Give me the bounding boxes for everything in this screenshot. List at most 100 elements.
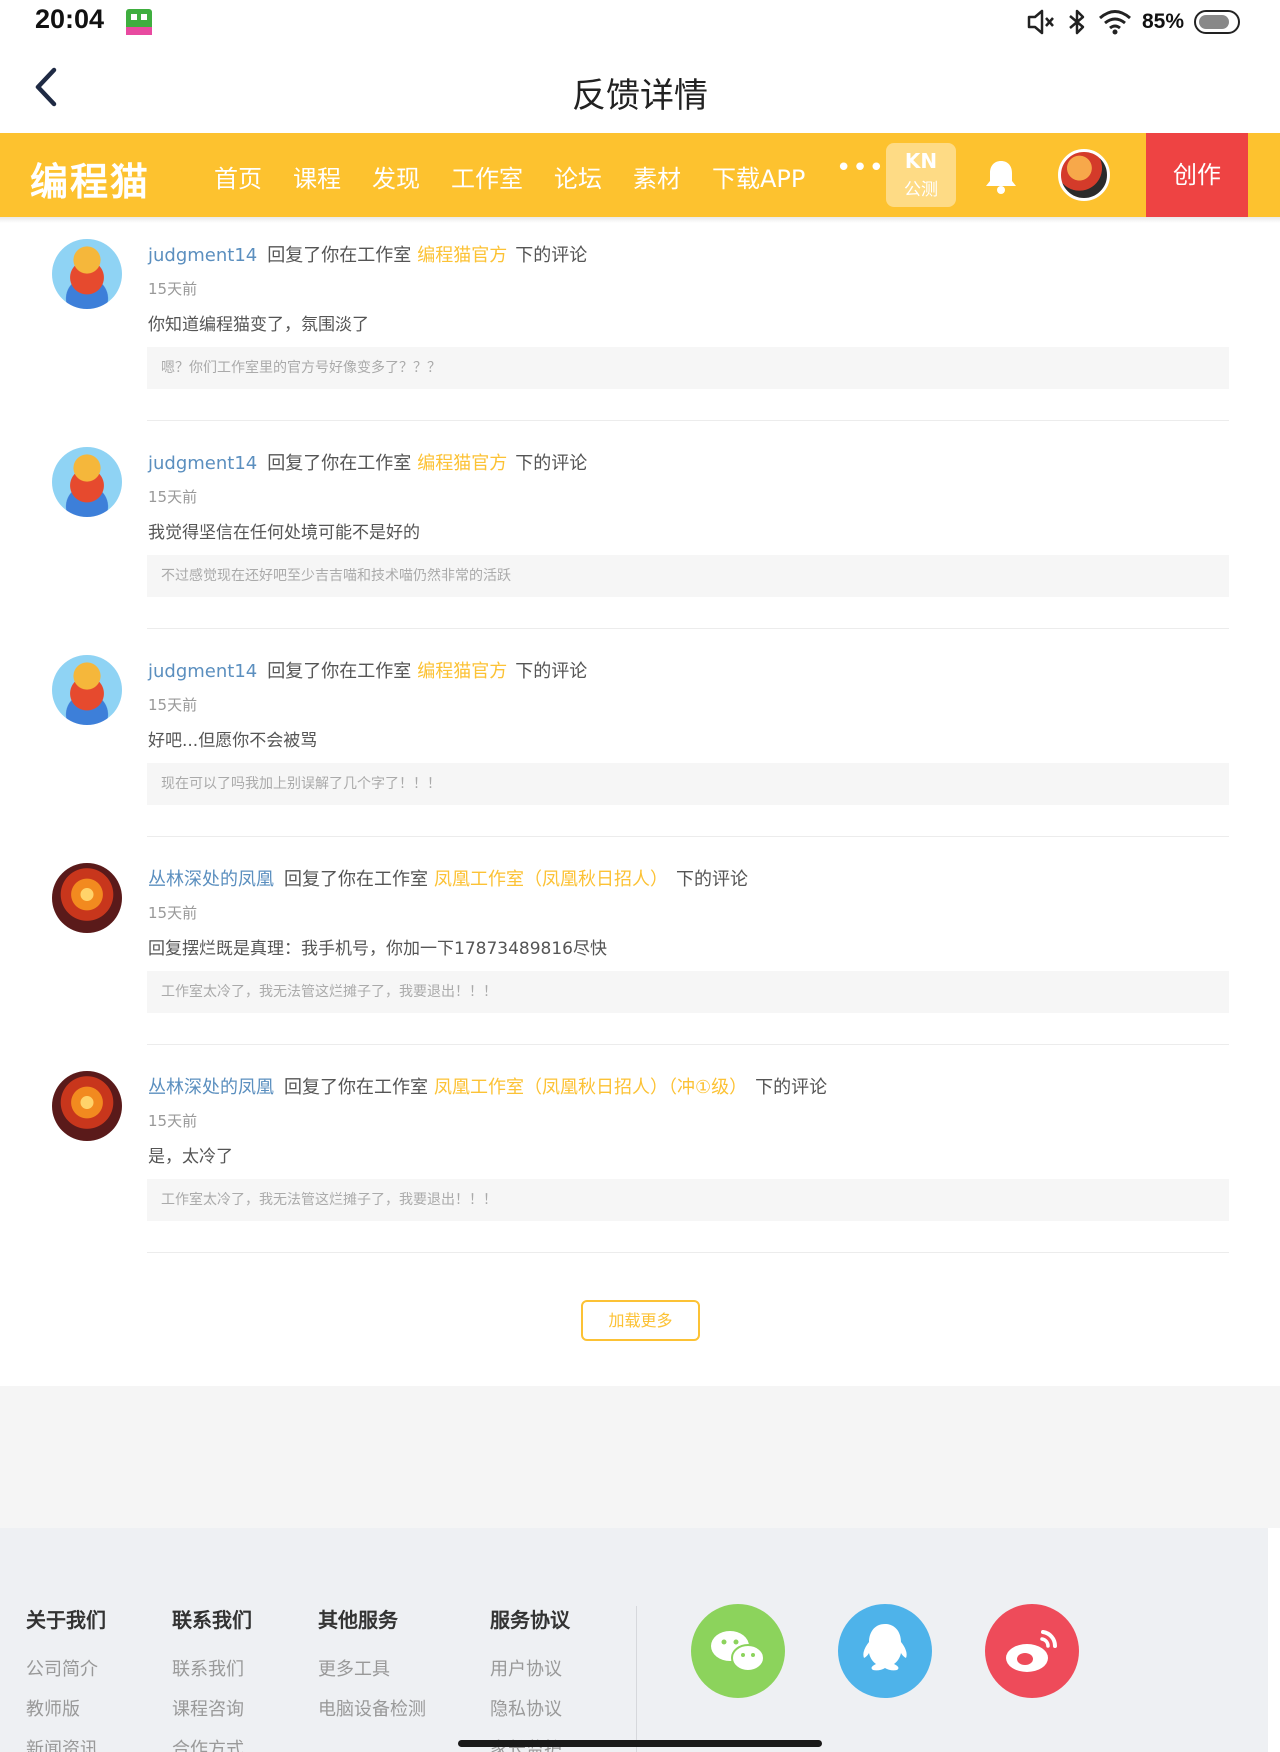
kn-badge-top: KN bbox=[904, 149, 938, 173]
bluetooth-icon bbox=[1069, 9, 1085, 35]
comment-meta: judgment14 回复了你在工作室 编程猫官方 下的评论 bbox=[148, 657, 587, 683]
load-more-button[interactable]: 加载更多 bbox=[581, 1300, 700, 1341]
commenter-avatar[interactable] bbox=[52, 447, 122, 517]
divider bbox=[147, 1044, 1229, 1045]
page: 20:04 85% 反馈详情 编程猫 首页 课程 发现 工作室 论坛 素材 下载… bbox=[0, 0, 1280, 1752]
comment-suffix: 下的评论 bbox=[755, 1077, 828, 1098]
comment-meta: judgment14 回复了你在工作室 编程猫官方 下的评论 bbox=[148, 449, 587, 475]
footer-heading: 联系我们 bbox=[172, 1608, 252, 1632]
weibo-button[interactable] bbox=[985, 1604, 1079, 1698]
nav-item-courses[interactable]: 课程 bbox=[293, 159, 341, 194]
app-notification-icon bbox=[126, 9, 152, 35]
nav-item-forum[interactable]: 论坛 bbox=[554, 159, 602, 194]
comment-content: 你知道编程猫变了，氛围淡了 bbox=[148, 315, 369, 335]
commenter-name[interactable]: 丛林深处的凤凰 bbox=[148, 1077, 274, 1098]
commenter-avatar[interactable] bbox=[52, 239, 122, 309]
comment-item: 丛林深处的凤凰 回复了你在工作室 凤凰工作室（凤凰秋日招人）（冲①级） 下的评论 15… bbox=[0, 1055, 1280, 1263]
comment-suffix: 下的评论 bbox=[515, 245, 588, 266]
mute-icon bbox=[1027, 9, 1054, 35]
comment-action: 回复了你在工作室 bbox=[267, 453, 412, 474]
footer-col-services: 其他服务 更多工具 电脑设备检测 bbox=[318, 1604, 426, 1735]
footer-link[interactable]: 用户协议 bbox=[490, 1655, 570, 1681]
divider bbox=[147, 836, 1229, 837]
commenter-avatar[interactable] bbox=[52, 1071, 122, 1141]
footer-link[interactable]: 更多工具 bbox=[318, 1655, 426, 1681]
commenter-avatar[interactable] bbox=[52, 863, 122, 933]
comment-item: judgment14 回复了你在工作室 编程猫官方 下的评论 15天前 你知道编程猫变… bbox=[0, 223, 1280, 431]
comment-action: 回复了你在工作室 bbox=[284, 1077, 428, 1098]
footer-link[interactable]: 联系我们 bbox=[172, 1655, 252, 1681]
page-title: 反馈详情 bbox=[572, 76, 708, 116]
page-gap bbox=[0, 1386, 1280, 1528]
commenter-name[interactable]: judgment14 bbox=[148, 245, 257, 266]
nav-item-discover[interactable]: 发现 bbox=[372, 159, 420, 194]
comment-item: 丛林深处的凤凰 回复了你在工作室 凤凰工作室（凤凰秋日招人） 下的评论 15天前 回复… bbox=[0, 847, 1280, 1055]
comment-suffix: 下的评论 bbox=[676, 869, 748, 890]
footer-link[interactable]: 公司简介 bbox=[26, 1655, 106, 1681]
divider bbox=[147, 628, 1229, 629]
status-bar: 20:04 85% bbox=[0, 0, 1280, 44]
comment-meta: 丛林深处的凤凰 回复了你在工作室 凤凰工作室（凤凰秋日招人）（冲①级） 下的评论 bbox=[148, 1073, 827, 1099]
footer-link[interactable]: 电脑设备检测 bbox=[318, 1695, 426, 1721]
wechat-button[interactable] bbox=[691, 1604, 785, 1698]
footer-heading: 关于我们 bbox=[26, 1608, 106, 1632]
footer: 关于我们 公司简介 教师版 新闻资讯 联系我们 联系我们 课程咨询 合作方式 其… bbox=[0, 1528, 1268, 1752]
nav-item-download-app[interactable]: 下载APP bbox=[712, 159, 805, 194]
commenter-name[interactable]: judgment14 bbox=[148, 661, 257, 682]
bell-icon[interactable] bbox=[983, 157, 1019, 195]
qq-button[interactable] bbox=[838, 1604, 932, 1698]
comment-action: 回复了你在工作室 bbox=[267, 661, 412, 682]
comment-content: 我觉得坚信在任何处境可能不是好的 bbox=[148, 523, 420, 543]
footer-link[interactable]: 课程咨询 bbox=[172, 1695, 252, 1721]
comment-content: 是，太冷了 bbox=[148, 1147, 233, 1167]
footer-link[interactable]: 隐私协议 bbox=[490, 1695, 570, 1721]
kn-beta-badge[interactable]: KN 公测 bbox=[886, 143, 956, 207]
footer-heading: 服务协议 bbox=[490, 1608, 570, 1632]
kn-badge-bottom: 公测 bbox=[904, 180, 938, 200]
footer-col-agreements: 服务协议 用户协议 隐私协议 家长监护 bbox=[490, 1604, 570, 1752]
comment-time: 15天前 bbox=[148, 696, 198, 714]
wechat-icon bbox=[691, 1604, 785, 1698]
footer-link[interactable]: 合作方式 bbox=[172, 1735, 252, 1752]
create-button[interactable]: 创作 bbox=[1146, 133, 1248, 217]
logo[interactable]: 编程猫 bbox=[30, 151, 150, 206]
studio-link[interactable]: 编程猫官方 bbox=[417, 453, 507, 474]
comment-content: 回复摆烂既是真理：我手机号，你加一下17873489816尽快 bbox=[148, 939, 607, 959]
nav-item-materials[interactable]: 素材 bbox=[633, 159, 681, 194]
battery-fill bbox=[1199, 15, 1229, 29]
nav-item-home[interactable]: 首页 bbox=[214, 159, 262, 194]
divider bbox=[147, 420, 1229, 421]
comment-meta: judgment14 回复了你在工作室 编程猫官方 下的评论 bbox=[148, 241, 587, 267]
footer-divider bbox=[636, 1606, 637, 1752]
comment-item: judgment14 回复了你在工作室 编程猫官方 下的评论 15天前 好吧...但愿… bbox=[0, 639, 1280, 847]
quoted-comment: 工作室太冷了，我无法管这烂摊子了，我要退出！！！ bbox=[147, 1179, 1229, 1221]
studio-link[interactable]: 编程猫官方 bbox=[417, 661, 507, 682]
weibo-icon bbox=[985, 1604, 1079, 1698]
studio-link[interactable]: 编程猫官方 bbox=[417, 245, 507, 266]
wifi-icon bbox=[1098, 10, 1131, 35]
nav-item-studio[interactable]: 工作室 bbox=[451, 159, 523, 194]
battery-icon bbox=[1194, 10, 1240, 34]
studio-link[interactable]: 凤凰工作室（凤凰秋日招人） bbox=[434, 869, 668, 890]
battery-percent: 85% bbox=[1141, 10, 1184, 33]
quoted-comment: 不过感觉现在还好吧至少吉吉喵和技术喵仍然非常的活跃 bbox=[147, 555, 1229, 597]
home-indicator[interactable] bbox=[458, 1740, 822, 1747]
commenter-name[interactable]: 丛林深处的凤凰 bbox=[148, 869, 274, 890]
comment-content: 好吧...但愿你不会被骂 bbox=[148, 731, 318, 751]
commenter-avatar[interactable] bbox=[52, 655, 122, 725]
comment-time: 15天前 bbox=[148, 1112, 198, 1130]
status-time: 20:04 bbox=[35, 4, 105, 34]
qq-icon bbox=[838, 1604, 932, 1698]
more-menu-icon[interactable]: ••• bbox=[836, 153, 885, 183]
footer-link[interactable]: 教师版 bbox=[26, 1695, 106, 1721]
commenter-name[interactable]: judgment14 bbox=[148, 453, 257, 474]
studio-link[interactable]: 凤凰工作室（凤凰秋日招人）（冲①级） bbox=[434, 1077, 747, 1098]
user-avatar[interactable] bbox=[1058, 149, 1110, 201]
comment-meta: 丛林深处的凤凰 回复了你在工作室 凤凰工作室（凤凰秋日招人） 下的评论 bbox=[148, 865, 748, 891]
comment-action: 回复了你在工作室 bbox=[284, 869, 428, 890]
comment-time: 15天前 bbox=[148, 280, 198, 298]
quoted-comment: 嗯？你们工作室里的官方号好像变多了？？？ bbox=[147, 347, 1229, 389]
footer-link[interactable]: 新闻资讯 bbox=[26, 1735, 106, 1752]
footer-col-contact: 联系我们 联系我们 课程咨询 合作方式 bbox=[172, 1604, 252, 1752]
comment-suffix: 下的评论 bbox=[515, 661, 588, 682]
